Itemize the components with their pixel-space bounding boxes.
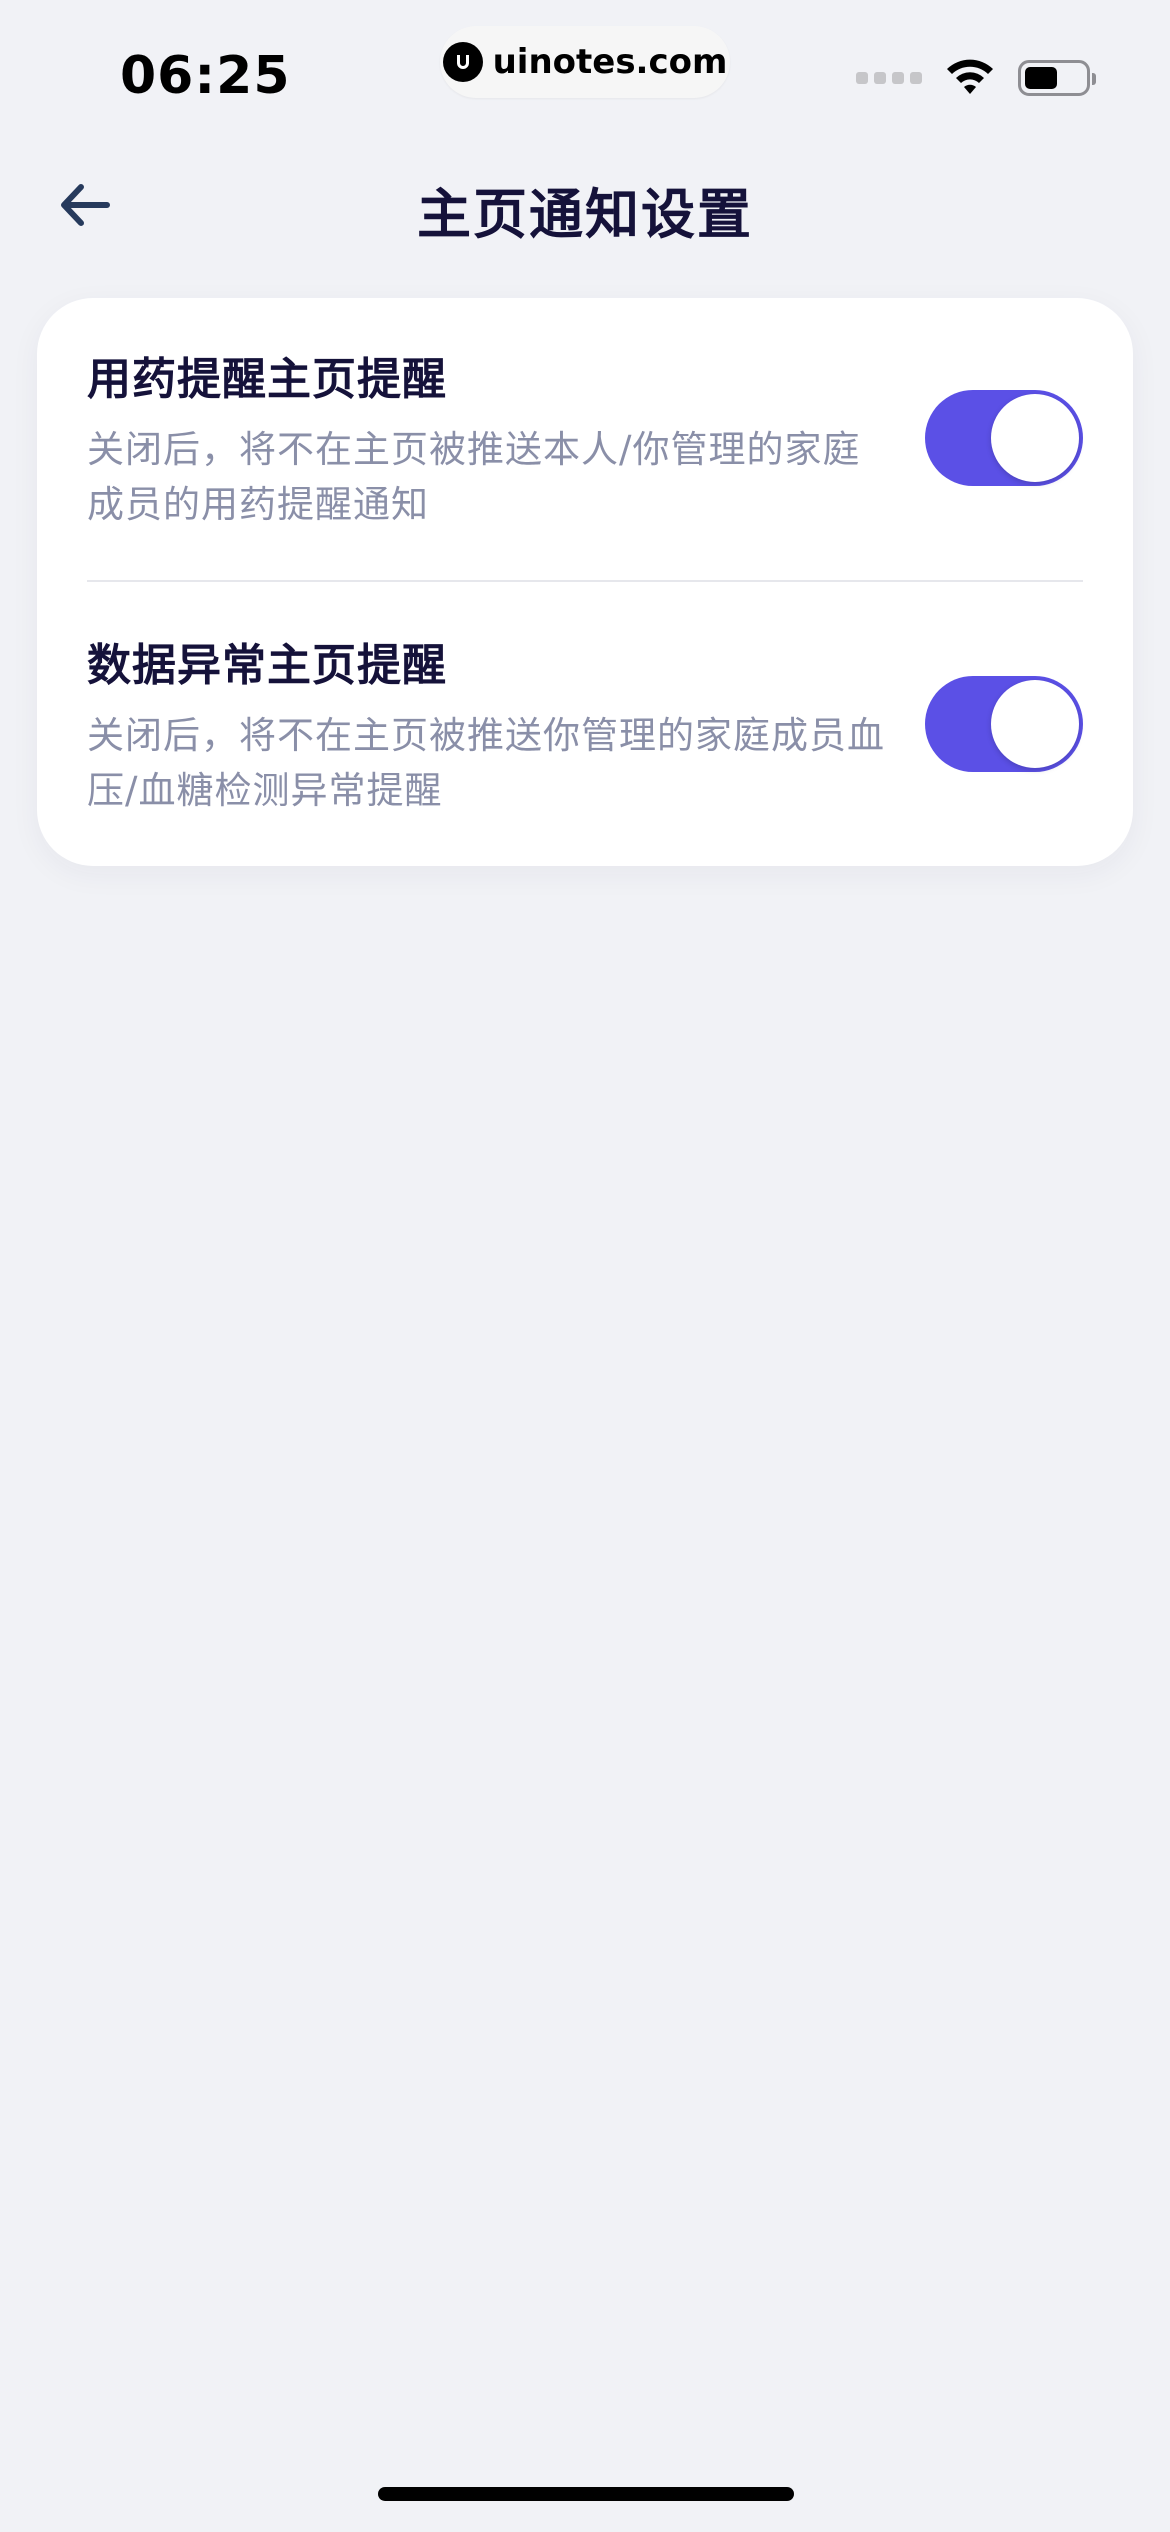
home-indicator bbox=[378, 2487, 794, 2501]
settings-card: 用药提醒主页提醒 关闭后，将不在主页被推送本人/你管理的家庭成员的用药提醒通知 … bbox=[37, 298, 1133, 866]
watermark-logo-icon bbox=[442, 42, 483, 82]
status-time: 06:25 bbox=[120, 46, 291, 106]
setting-title: 用药提醒主页提醒 bbox=[87, 354, 447, 405]
data-abnormal-toggle[interactable] bbox=[925, 676, 1083, 772]
battery-icon bbox=[1018, 60, 1096, 96]
navigation-bar: 主页通知设置 bbox=[0, 140, 1170, 270]
setting-title: 数据异常主页提醒 bbox=[87, 640, 447, 691]
status-icons bbox=[856, 56, 1096, 100]
setting-row-medication-reminder: 用药提醒主页提醒 关闭后，将不在主页被推送本人/你管理的家庭成员的用药提醒通知 bbox=[87, 350, 1083, 550]
setting-row-data-abnormal: 数据异常主页提醒 关闭后，将不在主页被推送你管理的家庭成员血压/血糖检测异常提醒 bbox=[87, 636, 1083, 836]
signal-icon bbox=[856, 72, 922, 84]
setting-description: 关闭后，将不在主页被推送你管理的家庭成员血压/血糖检测异常提醒 bbox=[87, 714, 885, 812]
toggle-knob bbox=[991, 394, 1079, 482]
page-title: 主页通知设置 bbox=[417, 183, 753, 246]
medication-reminder-toggle[interactable] bbox=[925, 390, 1083, 486]
watermark-badge: uinotes.com bbox=[440, 26, 730, 98]
battery-level-fill bbox=[1025, 67, 1057, 89]
setting-description: 关闭后，将不在主页被推送本人/你管理的家庭成员的用药提醒通知 bbox=[87, 428, 861, 526]
status-bar: 06:25 uinotes.com bbox=[0, 0, 1170, 140]
watermark-text: uinotes.com bbox=[492, 42, 728, 82]
wifi-icon bbox=[944, 56, 996, 100]
toggle-knob bbox=[991, 680, 1079, 768]
divider bbox=[87, 580, 1083, 582]
